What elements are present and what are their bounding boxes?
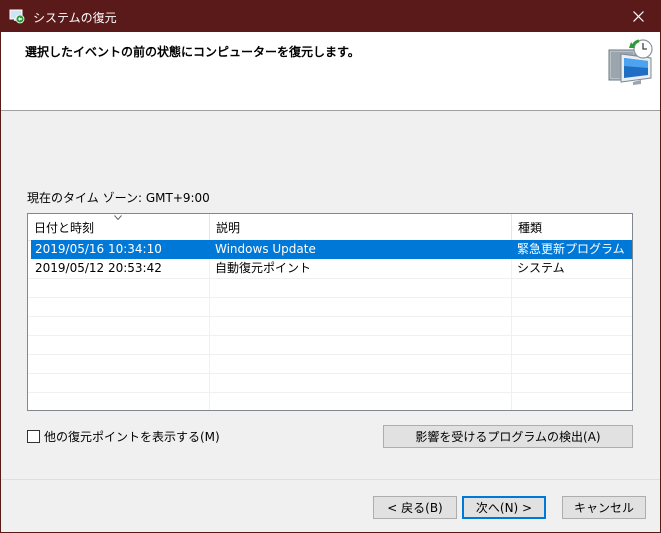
row-divider bbox=[28, 278, 632, 279]
table-row[interactable]: 2019/05/12 20:53:42 自動復元ポイント システム bbox=[31, 259, 632, 278]
show-more-label: 他の復元ポイントを表示する(M) bbox=[44, 429, 220, 444]
title-bar: システムの復元 bbox=[1, 1, 660, 32]
column-header-label: 種類 bbox=[518, 221, 543, 235]
system-restore-window: システムの復元 選択したイベントの前の状態にコンピューターを復元します。 現在の… bbox=[0, 0, 661, 533]
row-divider bbox=[28, 316, 632, 317]
show-more-restore-points[interactable]: 他の復元ポイントを表示する(M) bbox=[27, 429, 220, 444]
description-cell: 自動復元ポイント bbox=[215, 261, 312, 275]
row-divider bbox=[28, 373, 632, 374]
column-header-description[interactable]: 説明 bbox=[210, 214, 512, 240]
date-cell: 2019/05/16 10:34:10 bbox=[35, 242, 162, 256]
row-divider bbox=[28, 335, 632, 336]
row-divider bbox=[28, 297, 632, 298]
footer-divider bbox=[1, 479, 660, 480]
column-header-label: 日付と時刻 bbox=[34, 221, 95, 235]
table-row[interactable]: 2019/05/16 10:34:10 Windows Update 緊急更新プ… bbox=[31, 240, 632, 259]
column-header-type[interactable]: 種類 bbox=[512, 214, 632, 240]
sort-descending-icon bbox=[114, 215, 122, 221]
row-divider bbox=[28, 354, 632, 355]
page-heading: 選択したイベントの前の状態にコンピューターを復元します。 bbox=[25, 45, 360, 59]
close-button[interactable] bbox=[616, 1, 660, 32]
close-icon bbox=[632, 11, 644, 22]
window-title: システムの復元 bbox=[33, 11, 117, 25]
type-cell: 緊急更新プログラム bbox=[517, 242, 625, 256]
restore-computer-clock-icon bbox=[608, 39, 653, 85]
timezone-label: 現在のタイム ゾーン: GMT+9:00 bbox=[27, 191, 210, 205]
next-button[interactable]: 次へ(N) > bbox=[462, 496, 546, 519]
restore-points-table: 日付と時刻 説明 種類 2019/05/16 10:34:10 Windows … bbox=[27, 213, 633, 411]
row-divider bbox=[28, 392, 632, 393]
cancel-button[interactable]: キャンセル bbox=[562, 496, 646, 519]
date-cell: 2019/05/12 20:53:42 bbox=[35, 261, 162, 275]
wizard-header: 選択したイベントの前の状態にコンピューターを復元します。 bbox=[1, 32, 660, 111]
table-header: 日付と時刻 説明 種類 bbox=[28, 214, 632, 241]
back-button[interactable]: < 戻る(B) bbox=[373, 496, 457, 519]
column-header-date[interactable]: 日付と時刻 bbox=[28, 214, 210, 240]
description-cell: Windows Update bbox=[215, 242, 316, 256]
show-more-checkbox[interactable] bbox=[27, 429, 40, 443]
system-restore-icon bbox=[9, 9, 25, 24]
type-cell: システム bbox=[517, 261, 565, 275]
scan-affected-programs-button[interactable]: 影響を受けるプログラムの検出(A) bbox=[383, 425, 633, 448]
column-header-label: 説明 bbox=[216, 221, 241, 235]
